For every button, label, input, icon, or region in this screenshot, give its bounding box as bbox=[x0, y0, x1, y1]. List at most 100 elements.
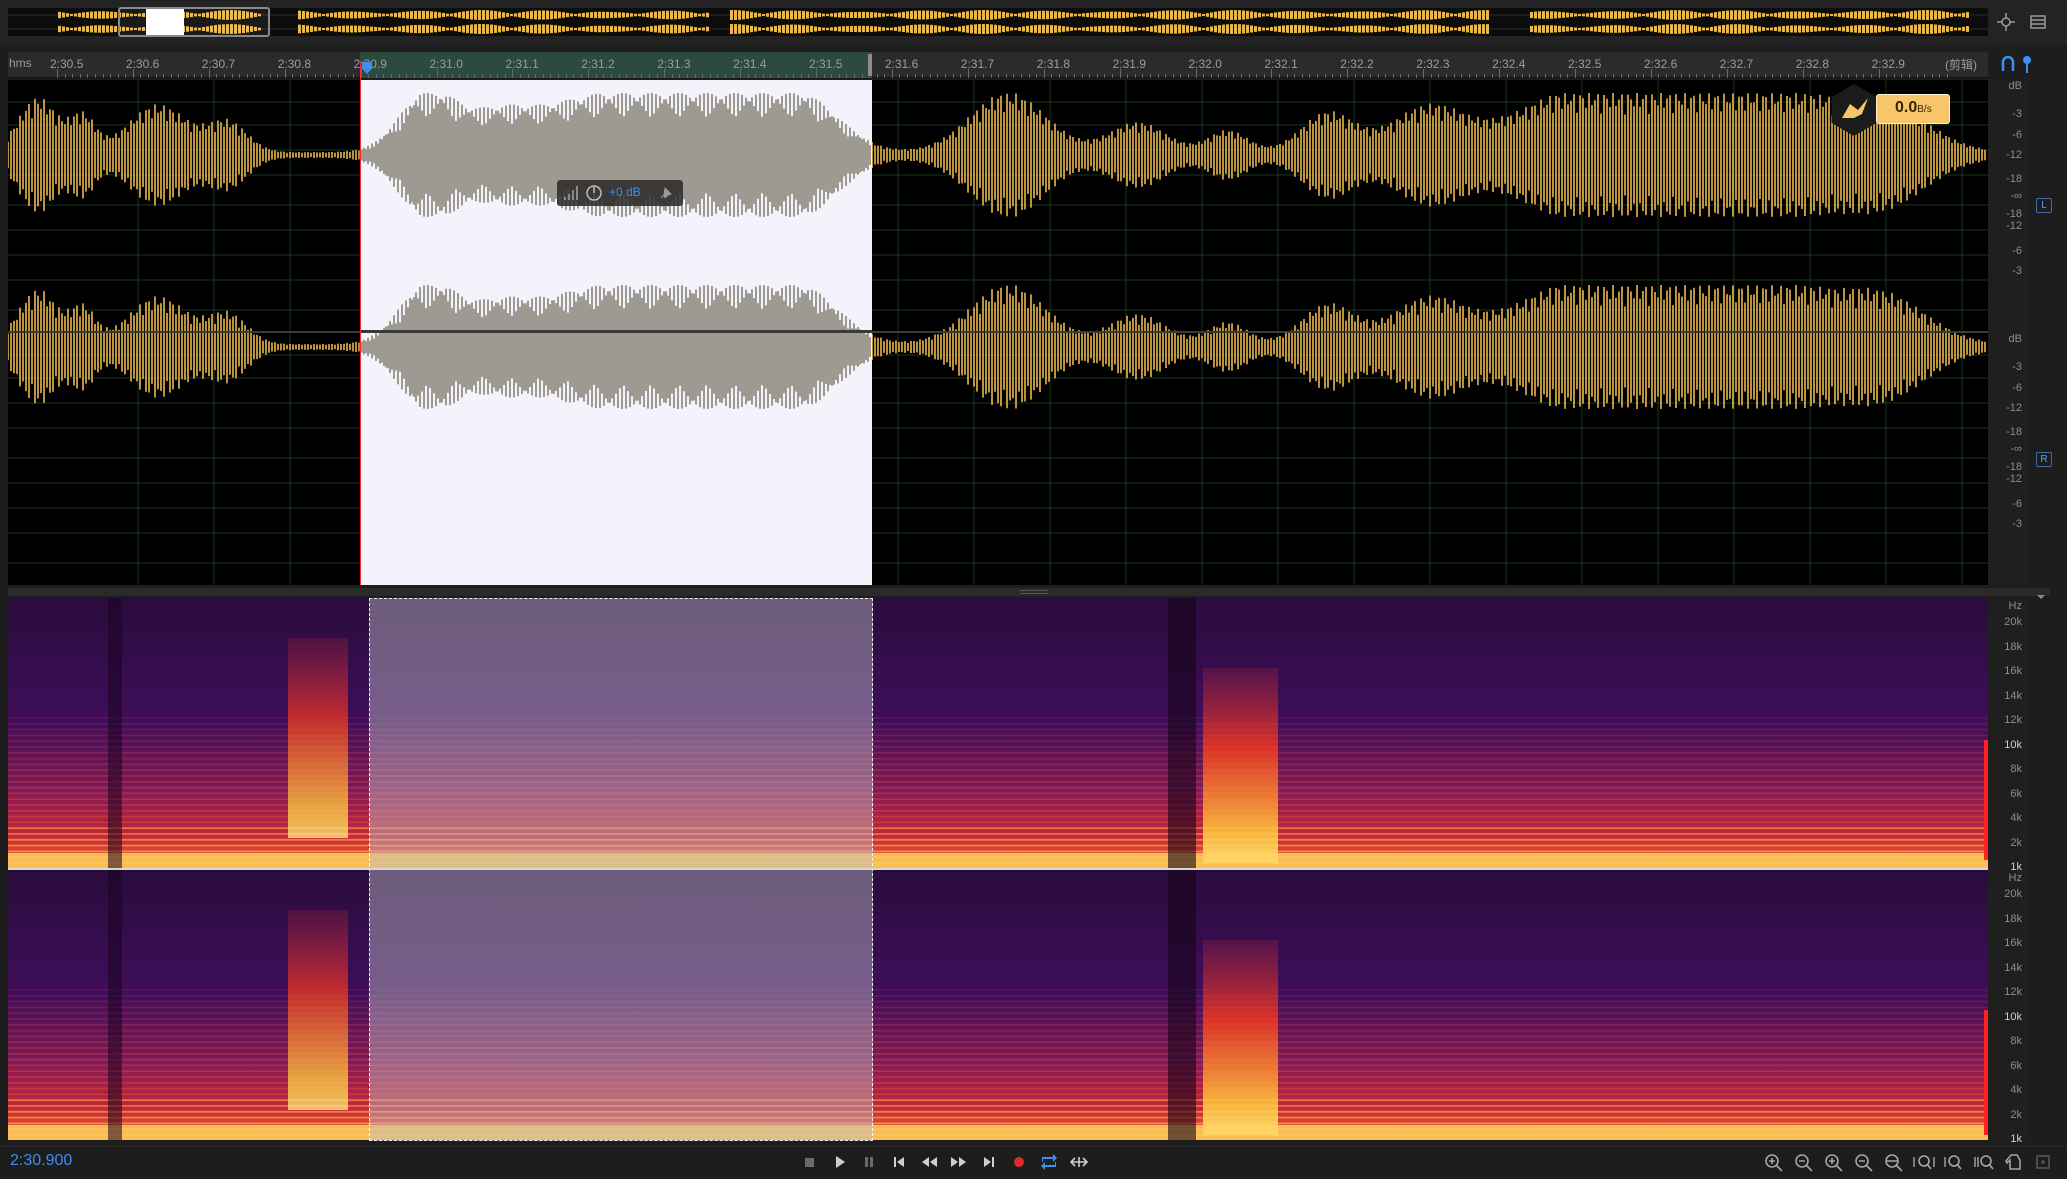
ruler-tick bbox=[907, 74, 909, 78]
ruler-tick bbox=[937, 74, 939, 78]
ruler-tick bbox=[1127, 74, 1129, 78]
ruler-tick bbox=[990, 74, 992, 78]
ruler-tick bbox=[163, 74, 165, 78]
gain-hud[interactable]: +0 dB bbox=[557, 180, 683, 206]
ruler-tick bbox=[1521, 74, 1523, 78]
rewind-icon[interactable] bbox=[918, 1151, 940, 1173]
ruler-tick bbox=[1825, 74, 1827, 78]
ruler-tick bbox=[1476, 74, 1478, 78]
ruler-tick bbox=[1112, 74, 1113, 78]
skip-selection-icon[interactable] bbox=[1068, 1151, 1090, 1173]
ruler-tick bbox=[1741, 74, 1743, 78]
ruler-tick bbox=[1233, 74, 1235, 78]
ruler-tick bbox=[1316, 74, 1318, 78]
hz-tick-label: 12k bbox=[2004, 714, 2022, 726]
ruler-tick-label: 2:32.8 bbox=[1795, 57, 1830, 71]
menu-icon[interactable] bbox=[2028, 12, 2048, 32]
ruler-tick bbox=[186, 74, 188, 78]
ruler-tick bbox=[1552, 74, 1554, 78]
ruler-tick bbox=[876, 74, 878, 78]
ruler-tick bbox=[1779, 74, 1781, 78]
zoom-out-icon[interactable] bbox=[1852, 1151, 1876, 1173]
ruler-tick bbox=[330, 74, 332, 78]
ruler-tick-label: 2:31.9 bbox=[1112, 57, 1146, 71]
play-icon[interactable] bbox=[828, 1151, 850, 1173]
channel-left-tag[interactable]: L bbox=[2036, 198, 2052, 213]
ruler-tick bbox=[740, 69, 742, 78]
ruler-tick bbox=[1711, 74, 1713, 78]
ruler-tick bbox=[140, 74, 142, 78]
pin-icon[interactable] bbox=[657, 184, 675, 202]
zoom-extra-icon[interactable] bbox=[2032, 1151, 2056, 1173]
knob-icon[interactable] bbox=[585, 184, 603, 202]
selection-start-line bbox=[360, 62, 361, 585]
ruler-tick bbox=[504, 74, 506, 78]
ruler-tick bbox=[717, 74, 719, 78]
db-tick-label: -3 bbox=[2012, 108, 2022, 120]
zoom-navigator-icon[interactable] bbox=[1996, 12, 2016, 32]
loop-icon[interactable] bbox=[1038, 1151, 1060, 1173]
db-scale-title: dB bbox=[2008, 80, 2022, 92]
ruler-tick bbox=[982, 74, 984, 78]
ruler-tick bbox=[565, 74, 567, 78]
ruler-tick bbox=[277, 74, 279, 78]
zoom-full-icon[interactable] bbox=[1882, 1151, 1906, 1173]
ruler-tick bbox=[421, 74, 423, 78]
snap-icon[interactable] bbox=[2000, 55, 2016, 73]
ruler-tick bbox=[1628, 74, 1630, 78]
pause-icon[interactable] bbox=[858, 1151, 880, 1173]
marker-pin-icon[interactable] bbox=[2020, 55, 2034, 73]
ruler-tick bbox=[1946, 74, 1948, 78]
ruler-tick bbox=[1225, 74, 1227, 78]
ruler-tick bbox=[269, 74, 271, 78]
ruler-tick bbox=[201, 74, 203, 78]
zoom-in-amplitude-icon[interactable] bbox=[1762, 1151, 1786, 1173]
ruler-tick bbox=[1719, 74, 1721, 78]
ruler-tick bbox=[125, 74, 127, 78]
ruler-tick bbox=[1916, 74, 1918, 78]
ruler-tick bbox=[1567, 74, 1569, 78]
ruler-tick bbox=[557, 74, 559, 78]
time-display[interactable]: 2:30.900 bbox=[10, 1152, 72, 1170]
fast-forward-icon[interactable] bbox=[948, 1151, 970, 1173]
ruler-tick bbox=[1119, 69, 1121, 78]
ruler-tick bbox=[611, 74, 613, 78]
goto-start-icon[interactable] bbox=[888, 1151, 910, 1173]
ruler-tick bbox=[466, 74, 468, 78]
zoom-out-amplitude-icon[interactable] bbox=[1792, 1151, 1816, 1173]
ruler-tick bbox=[1051, 74, 1053, 78]
ruler-tick bbox=[322, 74, 324, 78]
zoom-in-left-icon[interactable] bbox=[1942, 1151, 1966, 1173]
db-tick-label: -3 bbox=[2012, 361, 2022, 373]
divider-grip[interactable] bbox=[1020, 590, 1048, 594]
ruler-tick bbox=[1385, 74, 1387, 78]
ruler-tick bbox=[1370, 74, 1372, 78]
hand-tool-icon[interactable] bbox=[2002, 1151, 2026, 1173]
ruler-tick bbox=[178, 74, 180, 78]
overview-viewport[interactable] bbox=[118, 7, 270, 37]
ruler-tick bbox=[94, 74, 96, 78]
collapse-icon[interactable] bbox=[2034, 588, 2048, 599]
ruler-tick bbox=[1620, 74, 1622, 78]
selection-end-handle[interactable] bbox=[868, 54, 872, 76]
ruler-tick bbox=[747, 74, 749, 78]
ruler-tick bbox=[641, 74, 643, 78]
ruler-tick bbox=[1142, 74, 1144, 78]
zoom-in-selection-icon[interactable] bbox=[1912, 1151, 1936, 1173]
ruler-tick bbox=[1499, 69, 1501, 78]
ruler-tick-label: 2:31.7 bbox=[960, 57, 995, 71]
channel-right-tag[interactable]: R bbox=[2036, 452, 2052, 467]
ruler-tick bbox=[368, 74, 370, 78]
gain-value[interactable]: +0 dB bbox=[609, 185, 641, 203]
goto-end-icon[interactable] bbox=[978, 1151, 1000, 1173]
db-tick-label: -12 bbox=[2006, 473, 2022, 485]
zoom-in-right-icon[interactable] bbox=[1972, 1151, 1996, 1173]
stop-icon[interactable] bbox=[798, 1151, 820, 1173]
ruler-tick bbox=[1210, 74, 1212, 78]
zoom-in-icon[interactable] bbox=[1822, 1151, 1846, 1173]
ruler-tick bbox=[535, 74, 537, 78]
ruler-tick bbox=[1696, 74, 1698, 78]
db-tick-label: -6 bbox=[2012, 129, 2022, 141]
record-icon[interactable] bbox=[1008, 1151, 1030, 1173]
overview-waveform[interactable] bbox=[8, 8, 1988, 36]
